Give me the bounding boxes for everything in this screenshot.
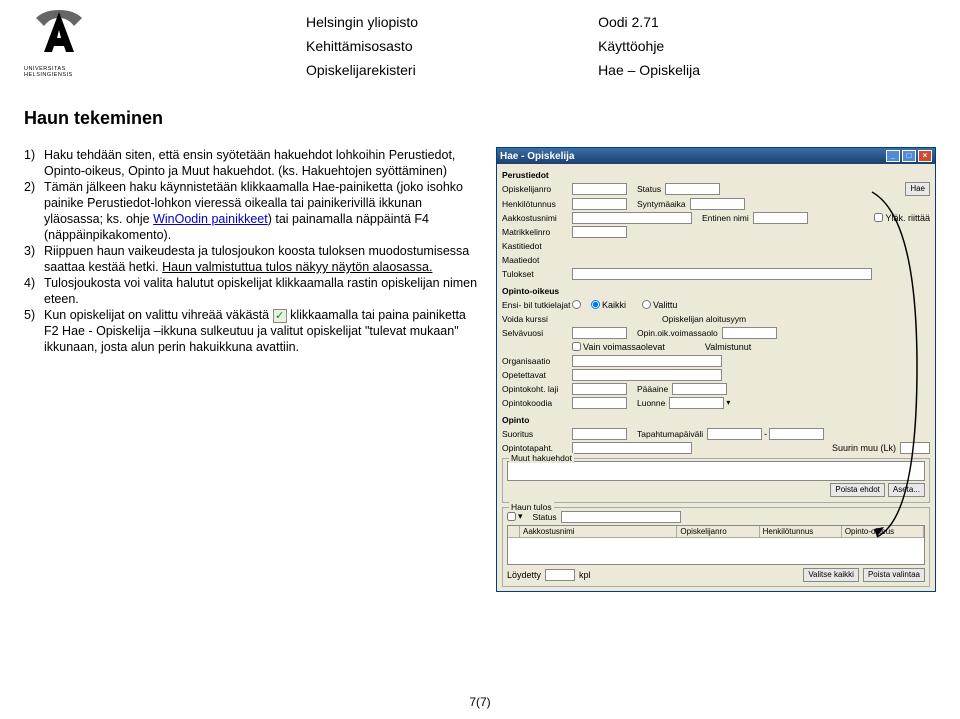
window-titlebar: Hae - Opiskelija _ □ ×: [497, 148, 935, 164]
step-5: 5) Kun opiskelijat on valittu vihreää vä…: [24, 307, 482, 355]
org-line-2: Kehittämisosasto: [306, 34, 418, 58]
selvavuosi-input[interactable]: [572, 327, 627, 339]
perustiedot-label: Perustiedot: [502, 170, 572, 180]
valitse-kaikki-button[interactable]: Valitse kaikki: [803, 568, 859, 582]
poista-ehdot-button[interactable]: Poista ehdot: [830, 483, 884, 497]
org-line-1: Helsingin yliopisto: [306, 10, 418, 34]
window-title: Hae - Opiskelija: [500, 151, 574, 162]
logo-caption: UNIVERSITAS HELSINGIENSIS: [24, 66, 106, 78]
opintokoodia-input[interactable]: [572, 397, 627, 409]
tulokset-input[interactable]: [572, 268, 872, 280]
hae-button[interactable]: Hae: [905, 182, 930, 196]
ylak-checkbox[interactable]: [874, 213, 883, 222]
radio-kaikki[interactable]: [591, 300, 600, 309]
instructions-list: 1) Haku tehdään siten, että ensin syötet…: [24, 147, 482, 592]
page-number: 7(7): [469, 695, 490, 709]
entinennimi-input[interactable]: [753, 212, 808, 224]
organisaatio-input[interactable]: [572, 355, 722, 367]
step-1: 1) Haku tehdään siten, että ensin syötet…: [24, 147, 482, 179]
opintokoht-input[interactable]: [572, 383, 627, 395]
winoodin-link[interactable]: WinOodin painikkeet: [153, 212, 268, 226]
opiskelijanro-input[interactable]: [572, 183, 627, 195]
aseta-button[interactable]: Aseta...: [888, 483, 925, 497]
result-table[interactable]: Aakkostusnimi Opiskelijanro Henkilötunnu…: [507, 525, 925, 565]
matrikkelinro-input[interactable]: [572, 226, 627, 238]
henkilotunnus-input[interactable]: [572, 198, 627, 210]
step-2: 2) Tämän jälkeen haku käynnistetään klik…: [24, 179, 482, 243]
section-title: Haun tekeminen: [24, 108, 936, 129]
status-input[interactable]: [665, 183, 720, 195]
muut-hakuehdot-group: Muut hakuehdot Poista ehdot Aseta...: [502, 458, 930, 503]
radio-valittu[interactable]: [642, 300, 651, 309]
close-icon[interactable]: ×: [918, 150, 932, 162]
syntymaaika-input[interactable]: [690, 198, 745, 210]
header-col-right: Oodi 2.71 Käyttöohje Hae – Opiskelija: [598, 10, 700, 82]
logo: UNIVERSITAS HELSINGIENSIS: [24, 8, 106, 78]
org-line-3: Opiskelijarekisteri: [306, 58, 418, 82]
document-header: UNIVERSITAS HELSINGIENSIS Helsingin ylio…: [0, 0, 960, 102]
opetettavat-input[interactable]: [572, 369, 722, 381]
radio-ensi[interactable]: [572, 300, 581, 309]
voimassa-checkbox[interactable]: [572, 342, 581, 351]
haun-tulos-group: Haun tulos Status ▾ Status Aakkostusnimi: [502, 507, 930, 587]
minimize-icon[interactable]: _: [886, 150, 900, 162]
green-check-icon: ✓: [273, 309, 287, 323]
header-col-left: Helsingin yliopisto Kehittämisosasto Opi…: [306, 10, 418, 82]
aakkostusnimi-input[interactable]: [572, 212, 692, 224]
poista-valintaa-button[interactable]: Poista valintaa: [863, 568, 925, 582]
app-line-1: Oodi 2.71: [598, 10, 700, 34]
app-line-2: Käyttöohje: [598, 34, 700, 58]
maximize-icon[interactable]: □: [902, 150, 916, 162]
step-4: 4) Tulosjoukosta voi valita halutut opis…: [24, 275, 482, 307]
step-3: 3) Riippuen haun vaikeudesta ja tulosjou…: [24, 243, 482, 275]
app-screenshot: Hae - Opiskelija _ □ × Perustiedot Opisk…: [496, 147, 936, 592]
app-line-3: Hae – Opiskelija: [598, 58, 700, 82]
